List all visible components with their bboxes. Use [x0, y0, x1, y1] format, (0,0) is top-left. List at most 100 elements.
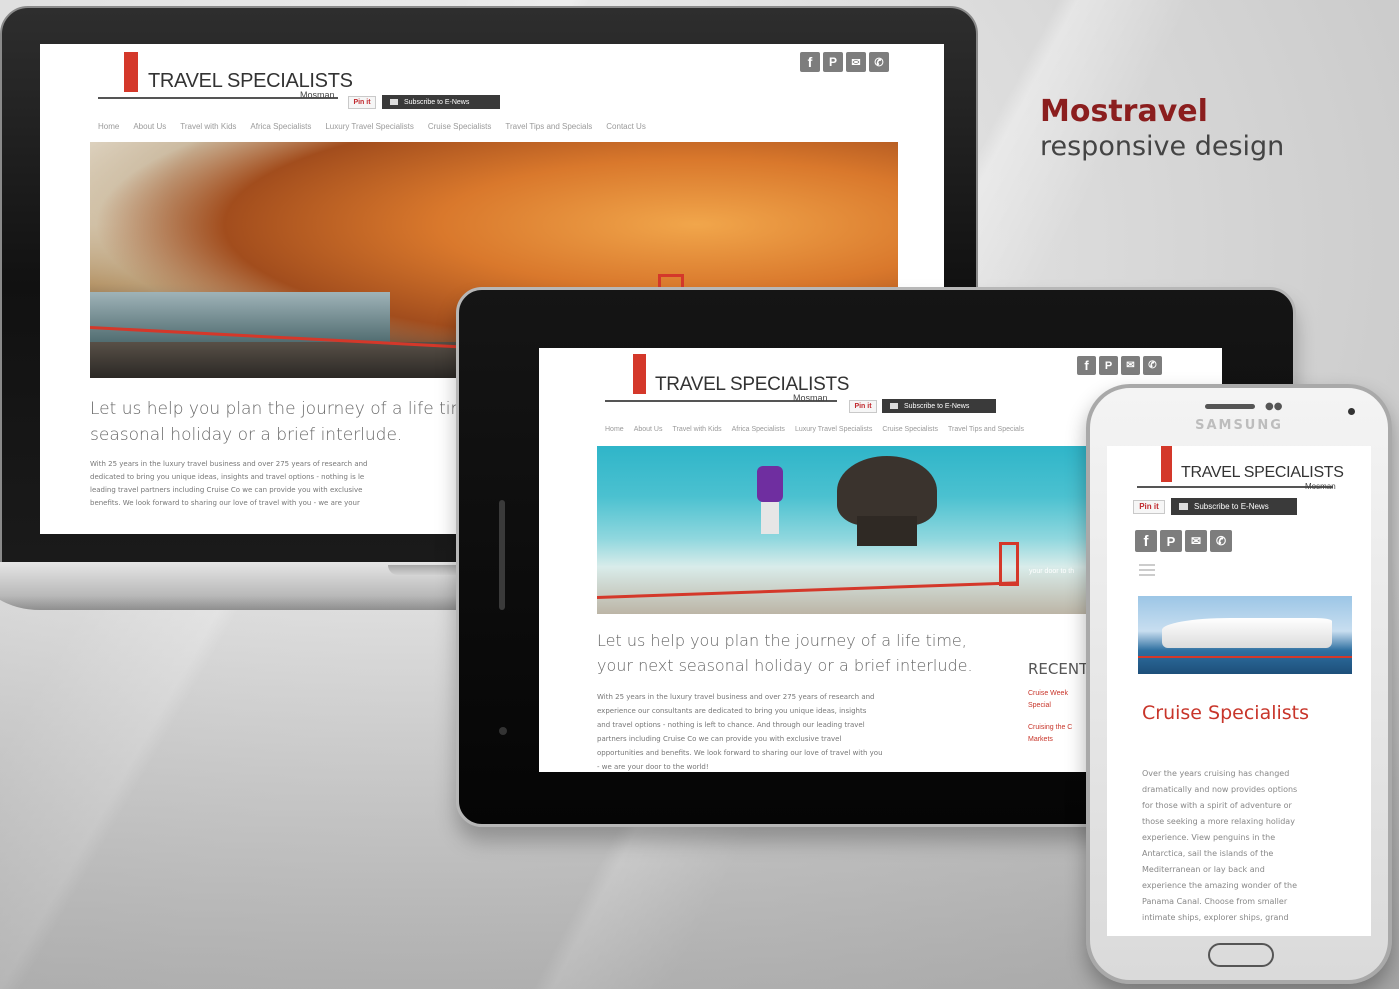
intro-line-1: Let us help you plan the journey of a li…: [90, 399, 478, 419]
intro-line-1: Let us help you plan the journey of a li…: [597, 631, 967, 650]
phone-speaker: [1205, 404, 1255, 409]
body-line: dedicated to bring you unique ideas, ins…: [90, 473, 365, 481]
headline-brand: Mostravel: [1040, 94, 1208, 129]
body-line: and travel options - nothing is left to …: [597, 721, 865, 729]
main-nav: Home About Us Travel with Kids Africa Sp…: [605, 426, 1024, 433]
nav-kids[interactable]: Travel with Kids: [672, 426, 721, 433]
subscribe-button[interactable]: Subscribe to E-News: [882, 399, 996, 413]
nav-tips[interactable]: Travel Tips and Specials: [505, 122, 592, 131]
intro-line-2: your next seasonal holiday or a brief in…: [597, 656, 973, 675]
subscribe-button[interactable]: Subscribe to E-News: [1171, 498, 1297, 515]
phone-icon[interactable]: ✆: [869, 52, 889, 72]
logo-mark: [633, 354, 646, 394]
pinterest-icon[interactable]: P: [1099, 356, 1118, 375]
body-line: partners including Cruise Co we can prov…: [597, 735, 842, 743]
hero-elephant-legs: [857, 516, 917, 546]
body-line: those seeking a more relaxing holiday: [1142, 817, 1295, 826]
nav-africa[interactable]: Africa Specialists: [250, 122, 311, 131]
facebook-icon[interactable]: f: [1077, 356, 1096, 375]
body-line: - we are your door to the world!: [597, 763, 709, 771]
nav-contact[interactable]: Contact Us: [606, 122, 646, 131]
logo-subtitle: Mosman: [1305, 482, 1336, 491]
phone-icon[interactable]: ✆: [1210, 530, 1232, 552]
intro-text: Let us help you plan the journey of a li…: [597, 628, 997, 678]
facebook-icon[interactable]: f: [800, 52, 820, 72]
tablet-side-button: [499, 500, 505, 610]
recent-link[interactable]: Cruise Week: [1028, 688, 1072, 700]
logo-mark: [124, 52, 138, 92]
email-icon[interactable]: ✉: [846, 52, 866, 72]
pinterest-icon[interactable]: P: [1160, 530, 1182, 552]
body-line: Mediterranean or lay back and: [1142, 865, 1265, 874]
hero-accent-box: [999, 542, 1019, 586]
body-line: With 25 years in the luxury travel busin…: [597, 693, 875, 701]
recent-heading: RECENT: [1028, 660, 1089, 678]
pinterest-icon[interactable]: P: [823, 52, 843, 72]
facebook-icon[interactable]: f: [1135, 530, 1157, 552]
pin-it-button[interactable]: Pin it: [348, 96, 376, 109]
body-line: experience our consultants are dedicated…: [597, 707, 867, 715]
nav-cruise[interactable]: Cruise Specialists: [428, 122, 492, 131]
hero-person-legs: [761, 502, 779, 534]
body-line: experience. View penguins in the: [1142, 833, 1276, 842]
logo-underline: [1137, 486, 1333, 488]
body-line: benefits. We look forward to sharing our…: [90, 499, 360, 507]
menu-icon[interactable]: [1139, 564, 1155, 579]
body-text: With 25 years in the luxury travel busin…: [597, 690, 987, 772]
body-line: With 25 years in the luxury travel busin…: [90, 460, 368, 468]
pin-it-button[interactable]: Pin it: [849, 400, 877, 413]
intro-line-2: seasonal holiday or a brief interlude.: [90, 425, 403, 445]
nav-home[interactable]: Home: [605, 426, 624, 433]
subscribe-button[interactable]: Subscribe to E-News: [382, 95, 500, 109]
logo-mark: [1161, 446, 1172, 482]
subscribe-label: Subscribe to E-News: [904, 402, 970, 410]
section-heading: Cruise Specialists: [1142, 702, 1310, 724]
mail-icon: [390, 99, 398, 105]
body-line: dramatically and now provides options: [1142, 785, 1298, 794]
body-text: With 25 years in the luxury travel busin…: [90, 458, 470, 510]
nav-kids[interactable]: Travel with Kids: [180, 122, 236, 131]
phone-camera: [1348, 408, 1355, 415]
main-nav: Home About Us Travel with Kids Africa Sp…: [98, 122, 646, 131]
logo-subtitle: Mosman: [793, 393, 828, 403]
mail-icon: [890, 403, 898, 409]
body-line: opportunities and benefits. We look forw…: [597, 749, 883, 757]
nav-about[interactable]: About Us: [133, 122, 166, 131]
phone-icon[interactable]: ✆: [1143, 356, 1162, 375]
body-line: intimate ships, explorer ships, grand: [1142, 913, 1289, 922]
social-icons: f P ✉ ✆: [800, 52, 889, 72]
hero-accent-line: [597, 581, 1017, 599]
intro-text: Let us help you plan the journey of a li…: [90, 396, 478, 448]
logo-title[interactable]: TRAVEL SPECIALISTS: [1181, 464, 1344, 482]
recent-link[interactable]: Markets: [1028, 734, 1072, 746]
hero-caption: your door to th: [1029, 568, 1075, 575]
phone-sensors: ●●: [1265, 401, 1283, 412]
hero-accent-line: [1138, 656, 1352, 658]
nav-luxury[interactable]: Luxury Travel Specialists: [325, 122, 413, 131]
social-icons: f P ✉ ✆: [1135, 530, 1232, 552]
body-line: for those with a spirit of adventure or: [1142, 801, 1292, 810]
mail-icon: [1179, 503, 1188, 510]
hero-image-cruise-ship: [1138, 596, 1352, 674]
body-line: Over the years cruising has changed: [1142, 769, 1290, 778]
social-icons: f P ✉ ✆: [1077, 356, 1162, 375]
nav-about[interactable]: About Us: [634, 426, 663, 433]
hero-ship: [1162, 618, 1332, 648]
hero-person: [757, 466, 783, 502]
nav-cruise[interactable]: Cruise Specialists: [882, 426, 938, 433]
tablet-camera: [499, 727, 507, 735]
nav-luxury[interactable]: Luxury Travel Specialists: [795, 426, 872, 433]
nav-tips[interactable]: Travel Tips and Specials: [948, 426, 1024, 433]
phone-screen: TRAVEL SPECIALISTS Mosman Pin it Subscri…: [1107, 446, 1371, 936]
phone-home-button[interactable]: [1208, 943, 1274, 967]
email-icon[interactable]: ✉: [1185, 530, 1207, 552]
nav-home[interactable]: Home: [98, 122, 119, 131]
recent-link[interactable]: Cruising the C: [1028, 722, 1072, 734]
body-text: Over the years cruising has changed dram…: [1142, 766, 1362, 926]
recent-link[interactable]: Special: [1028, 700, 1072, 712]
recent-links: Cruise Week Special Cruising the C Marke…: [1028, 688, 1072, 746]
pin-it-button[interactable]: Pin it: [1133, 500, 1165, 514]
email-icon[interactable]: ✉: [1121, 356, 1140, 375]
body-line: Panama Canal. Choose from smaller: [1142, 897, 1288, 906]
nav-africa[interactable]: Africa Specialists: [732, 426, 785, 433]
